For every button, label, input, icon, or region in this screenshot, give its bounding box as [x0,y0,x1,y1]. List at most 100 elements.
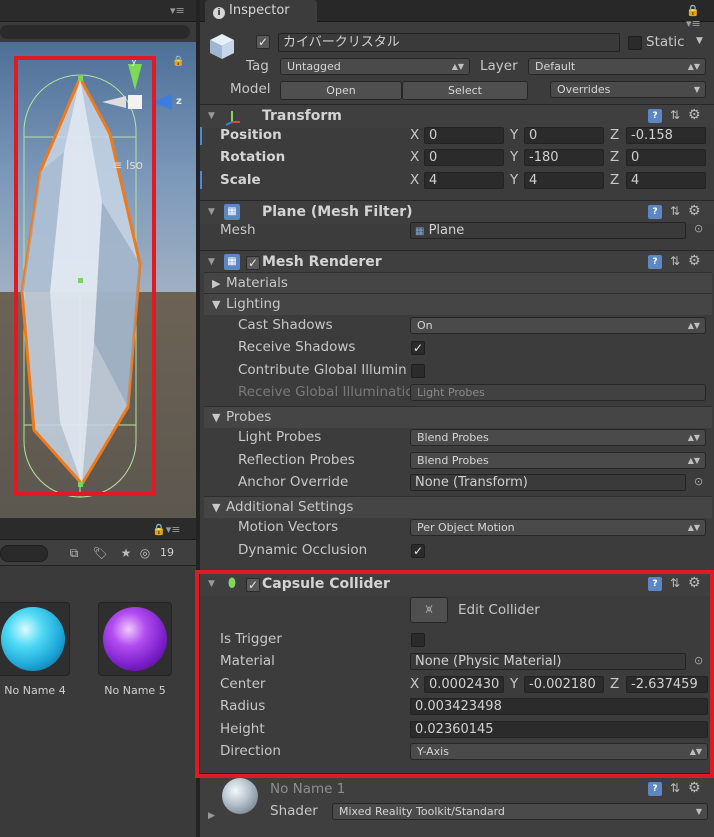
search-by-label-icon[interactable]: 🏷 [90,544,110,562]
dynamic-occlusion-checkbox[interactable]: ✓ [411,544,425,558]
preset-sliders-icon[interactable]: ⇅ [670,254,680,268]
collider-material-field[interactable]: None (Physic Material) [410,653,686,670]
settings-gear-icon[interactable]: ⚙ [688,253,701,269]
scale-y-input[interactable]: 4 [524,172,604,189]
inspector-menu-icon[interactable]: 🔒 ▾≡ [686,4,714,30]
handle-bottom[interactable] [78,482,83,487]
preset-sliders-icon[interactable]: ⇅ [670,576,680,590]
project-menu-icon[interactable]: 🔒▾≡ [152,523,180,536]
reflection-probes-label: Reflection Probes [238,452,355,468]
object-picker-icon[interactable]: ⊙ [694,222,703,235]
panel-menu-icon[interactable]: ▾≡ [170,4,185,17]
materials-foldout[interactable]: ▶ Materials [204,272,712,294]
asset-tile-no-name-4[interactable] [0,602,70,676]
contribute-gi-checkbox[interactable] [411,364,425,378]
settings-gear-icon[interactable]: ⚙ [688,203,701,219]
search-by-type-icon[interactable]: ⧉ [64,544,84,562]
light-probes-dropdown[interactable]: Blend Probes ▲▼ [410,429,706,446]
center-z-input[interactable]: -2.637459 [626,676,708,693]
layer-dropdown[interactable]: Default ▲▼ [528,58,706,75]
settings-gear-icon[interactable]: ⚙ [688,575,701,591]
select-button[interactable]: Select [402,81,528,100]
asset-tile-no-name-5[interactable] [98,602,172,676]
static-dropdown-icon[interactable]: ▼ [696,36,703,46]
height-input[interactable]: 0.02360145 [410,721,708,738]
rotation-x-input[interactable]: 0 [424,149,504,166]
lighting-foldout[interactable]: ▼ Lighting [204,293,712,315]
iso-label[interactable]: ≡ Iso [112,158,143,172]
gameobject-active-checkbox[interactable]: ✓ [256,35,270,49]
preset-sliders-icon[interactable]: ⇅ [670,781,680,795]
gizmo-y-cone[interactable] [128,64,142,90]
anchor-override-field[interactable]: None (Transform) [410,474,686,491]
gizmo-z-cone[interactable] [152,94,172,110]
is-trigger-checkbox[interactable] [411,633,425,647]
center-x-input[interactable]: 0.0002430 [424,676,504,693]
position-z-input[interactable]: -0.158 [626,127,706,144]
additional-settings-foldout[interactable]: ▼ Additional Settings [204,496,712,518]
hidden-packages-icon[interactable]: ◎ [138,544,152,562]
mesh-object-field[interactable]: ▦ Plane [410,222,686,239]
help-book-icon[interactable]: ? [648,782,662,796]
fold-arrow-icon[interactable]: ▼ [208,579,215,589]
probes-foldout[interactable]: ▼ Probes [204,406,712,428]
favorites-star-icon[interactable]: ★ [116,544,136,562]
fold-down-icon[interactable]: ▼ [212,501,220,514]
settings-gear-icon[interactable]: ⚙ [688,780,701,796]
motion-vectors-dropdown[interactable]: Per Object Motion ▲▼ [410,519,706,536]
capsule-collider-enabled-checkbox[interactable]: ✓ [246,578,260,592]
position-y-input[interactable]: 0 [524,127,604,144]
capsule-collider-title: Capsule Collider [262,576,390,592]
radius-input[interactable]: 0.003423498 [410,698,708,715]
object-picker-icon[interactable]: ⊙ [694,475,703,488]
gameobject-name-input[interactable]: カイバークリスタル [278,33,620,52]
fold-arrow-icon[interactable]: ▼ [208,257,215,267]
orientation-gizmo[interactable] [102,56,192,132]
fold-arrow-icon[interactable]: ▼ [208,111,215,121]
direction-dropdown[interactable]: Y-Axis ▲▼ [410,743,708,760]
rotation-z-input[interactable]: 0 [626,149,706,166]
open-button[interactable]: Open [280,81,402,100]
mesh-renderer-header[interactable]: ▼ ▦ ✓ Mesh Renderer ? ⇅ ⚙ [200,250,714,274]
tab-inspector[interactable]: i Inspector [205,0,317,22]
tag-dropdown[interactable]: Untagged ▲▼ [280,58,470,75]
project-search-input[interactable] [0,545,48,562]
settings-gear-icon[interactable]: ⚙ [688,107,701,123]
help-book-icon[interactable]: ? [648,577,662,591]
gizmo-x-cone[interactable] [102,96,126,108]
help-book-icon[interactable]: ? [648,205,662,219]
cast-shadows-dropdown[interactable]: On ▲▼ [410,317,706,334]
object-picker-icon[interactable]: ⊙ [694,654,703,667]
mesh-filter-header[interactable]: ▼ ▦ Plane (Mesh Filter) ? ⇅ ⚙ [200,200,714,224]
fold-down-icon[interactable]: ▼ [212,411,220,424]
receive-shadows-checkbox[interactable]: ✓ [411,341,425,355]
fold-arrow-icon[interactable]: ▼ [208,207,215,217]
preset-sliders-icon[interactable]: ⇅ [670,204,680,218]
edit-collider-button[interactable]: ⩙ [410,597,448,623]
rotation-y-input[interactable]: -180 [524,149,604,166]
material-preview-sphere[interactable] [222,778,258,814]
overrides-dropdown[interactable]: Overrides ▼ [550,81,706,98]
mesh-renderer-enabled-checkbox[interactable]: ✓ [246,256,260,270]
handle-top[interactable] [78,76,83,81]
reflection-probes-dropdown[interactable]: Blend Probes ▲▼ [410,452,706,469]
help-book-icon[interactable]: ? [648,109,662,123]
shader-dropdown[interactable]: Mixed Reality Toolkit/Standard ▼ [332,803,708,820]
gizmo-center-cube[interactable] [128,95,142,109]
scene-lock-icon[interactable]: 🔒 [172,56,184,67]
scale-z-input[interactable]: 4 [626,172,706,189]
fold-down-icon[interactable]: ▼ [212,298,220,311]
scale-x-input[interactable]: 4 [424,172,504,189]
scene-view[interactable]: ▾≡ y z 🔒 ≡ Iso [0,0,196,518]
fold-right-icon[interactable]: ▶ [208,811,215,821]
handle-center[interactable] [78,278,83,283]
scene-search-field[interactable] [0,25,190,39]
transform-header[interactable]: ▼ Transform ? ⇅ ⚙ [200,104,714,128]
position-x-input[interactable]: 0 [424,127,504,144]
center-y-input[interactable]: -0.002180 [524,676,604,693]
static-checkbox[interactable] [628,36,642,50]
preset-sliders-icon[interactable]: ⇅ [670,108,680,122]
fold-right-icon[interactable]: ▶ [212,277,220,290]
help-book-icon[interactable]: ? [648,255,662,269]
capsule-collider-header[interactable]: ▼ ⬮ ✓ Capsule Collider ? ⇅ ⚙ [200,572,714,596]
